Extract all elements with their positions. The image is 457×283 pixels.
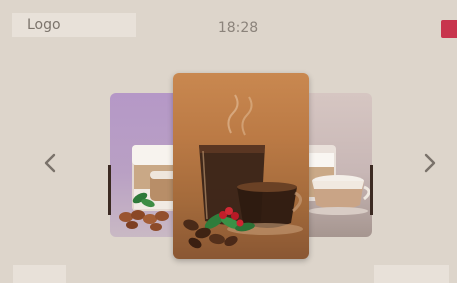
carousel-next-button[interactable] — [420, 152, 440, 174]
card-edge-left — [108, 165, 111, 215]
carousel-card-left[interactable] — [110, 93, 182, 237]
logo: Logo — [12, 13, 136, 37]
clock: 18:28 — [217, 20, 259, 36]
black-coffee-image — [183, 94, 303, 249]
latte-macchiato-image — [119, 145, 180, 231]
card-edge-right — [370, 165, 373, 215]
carousel-card-right[interactable] — [298, 93, 372, 237]
carousel-card-center[interactable] — [173, 73, 309, 259]
bottom-tab-left[interactable] — [13, 265, 66, 283]
chevron-left-icon — [44, 153, 56, 173]
bottom-tab-right[interactable] — [374, 265, 449, 283]
cafe-latte-image — [302, 145, 371, 215]
chevron-right-icon — [424, 153, 436, 173]
carousel-prev-button[interactable] — [40, 152, 60, 174]
status-indicator[interactable] — [441, 20, 457, 38]
logo-label: Logo — [27, 17, 61, 33]
app-screen: Logo 18:28 — [0, 0, 457, 283]
